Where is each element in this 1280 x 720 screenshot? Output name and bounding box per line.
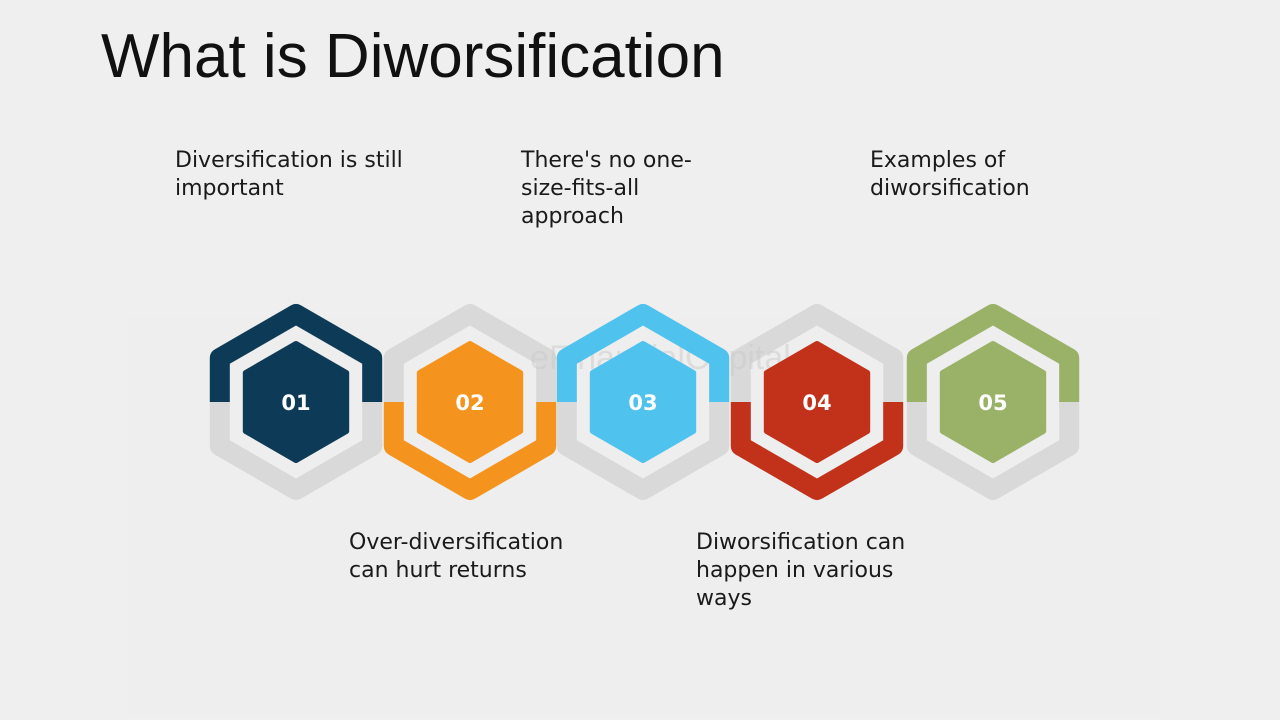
step-05-number: 05 <box>978 391 1007 415</box>
step-03-number: 03 <box>628 391 657 415</box>
hexagon-process-diagram: eFinancialCapital 0102030405 <box>209 304 1080 500</box>
step-02-number: 02 <box>455 391 484 415</box>
step-04-number: 04 <box>802 391 831 415</box>
step-01-number: 01 <box>281 391 310 415</box>
